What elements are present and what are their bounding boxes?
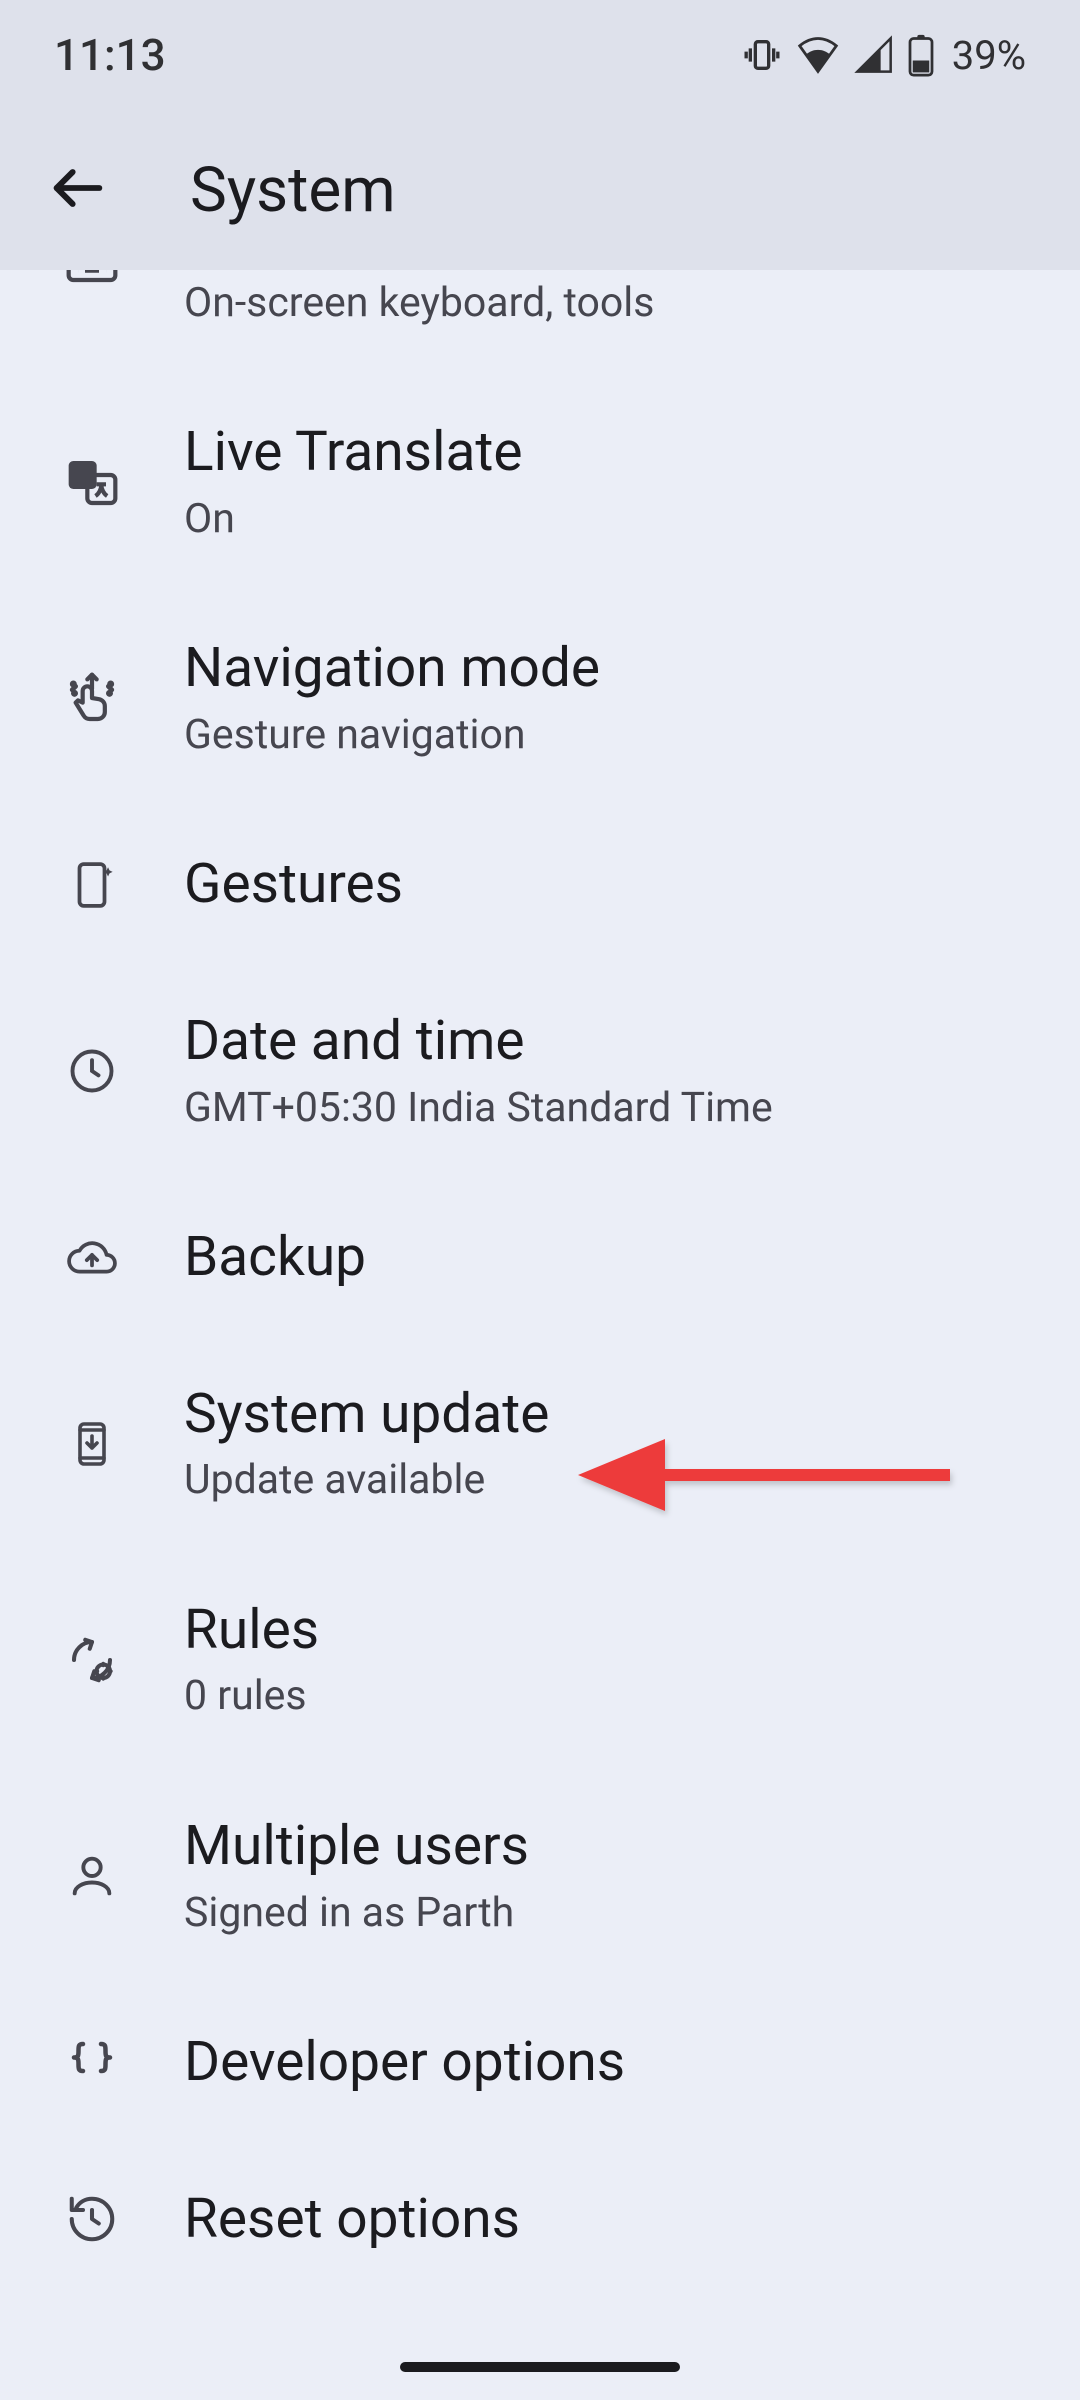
item-title: System update — [184, 1380, 549, 1449]
vibrate-icon — [742, 35, 782, 75]
settings-list[interactable]: Keyboard On-screen keyboard, tools G Liv… — [0, 270, 1080, 2400]
item-title: Backup — [184, 1223, 366, 1292]
item-keyboard[interactable]: Keyboard On-screen keyboard, tools — [0, 270, 1080, 374]
item-title: Developer options — [184, 2028, 625, 2097]
item-developer-options-texts: Developer options — [184, 2028, 625, 2097]
swipe-icon — [60, 666, 124, 730]
item-reset-options-texts: Reset options — [184, 2185, 520, 2254]
item-live-translate[interactable]: G Live Translate On — [0, 374, 1080, 590]
status-icons: 39% — [742, 32, 1026, 79]
item-subtitle: Signed in as Parth — [184, 1887, 529, 1940]
item-gestures-texts: Gestures — [184, 850, 403, 919]
wifi-icon — [796, 33, 840, 77]
item-title: Navigation mode — [184, 634, 600, 703]
app-bar: System — [0, 110, 1080, 270]
item-subtitle: On-screen keyboard, tools — [184, 277, 654, 330]
item-gestures[interactable]: Gestures — [0, 806, 1080, 963]
item-title: Rules — [184, 1596, 319, 1665]
item-title: Gestures — [184, 850, 403, 919]
item-developer-options[interactable]: Developer options — [0, 1984, 1080, 2141]
person-icon — [60, 1844, 124, 1908]
keyboard-icon — [60, 270, 124, 298]
item-title: Reset options — [184, 2185, 520, 2254]
item-title: Live Translate — [184, 418, 523, 487]
item-system-update-texts: System update Update available — [184, 1380, 549, 1508]
item-rules[interactable]: Rules 0 rules — [0, 1552, 1080, 1768]
cellular-icon — [854, 35, 894, 75]
item-title: Multiple users — [184, 1812, 529, 1881]
code-braces-icon — [60, 2030, 124, 2094]
clock-icon — [60, 1039, 124, 1103]
item-navigation-mode[interactable]: Navigation mode Gesture navigation — [0, 590, 1080, 806]
translate-icon: G — [60, 450, 124, 514]
item-system-update[interactable]: System update Update available — [0, 1336, 1080, 1552]
restore-icon — [60, 2187, 124, 2251]
item-subtitle: GMT+05:30 India Standard Time — [184, 1082, 773, 1135]
status-time: 11:13 — [54, 29, 166, 81]
status-bar: 11:13 39% — [0, 0, 1080, 110]
item-rules-texts: Rules 0 rules — [184, 1596, 319, 1724]
item-multiple-users[interactable]: Multiple users Signed in as Parth — [0, 1768, 1080, 1984]
back-button[interactable] — [46, 156, 110, 224]
item-title: Keyboard — [184, 270, 654, 271]
item-backup[interactable]: Backup — [0, 1179, 1080, 1336]
item-keyboard-texts: Keyboard On-screen keyboard, tools — [184, 270, 654, 330]
page-title: System — [190, 154, 396, 227]
item-subtitle: On — [184, 493, 523, 546]
item-subtitle: 0 rules — [184, 1670, 319, 1723]
battery-percent: 39% — [952, 32, 1026, 79]
phone-download-icon — [60, 1412, 124, 1476]
rules-icon — [60, 1628, 124, 1692]
phone-sparkle-icon — [60, 853, 124, 917]
cloud-upload-icon — [60, 1225, 124, 1289]
item-date-time-texts: Date and time GMT+05:30 India Standard T… — [184, 1007, 773, 1135]
item-multiple-users-texts: Multiple users Signed in as Parth — [184, 1812, 529, 1940]
battery-icon — [908, 33, 934, 77]
item-reset-options[interactable]: Reset options — [0, 2141, 1080, 2298]
item-live-translate-texts: Live Translate On — [184, 418, 523, 546]
item-date-time[interactable]: Date and time GMT+05:30 India Standard T… — [0, 963, 1080, 1179]
item-navigation-mode-texts: Navigation mode Gesture navigation — [184, 634, 600, 762]
item-subtitle: Gesture navigation — [184, 709, 600, 762]
gesture-nav-bar[interactable] — [400, 2362, 680, 2372]
item-backup-texts: Backup — [184, 1223, 366, 1292]
item-subtitle: Update available — [184, 1454, 549, 1507]
item-title: Date and time — [184, 1007, 773, 1076]
